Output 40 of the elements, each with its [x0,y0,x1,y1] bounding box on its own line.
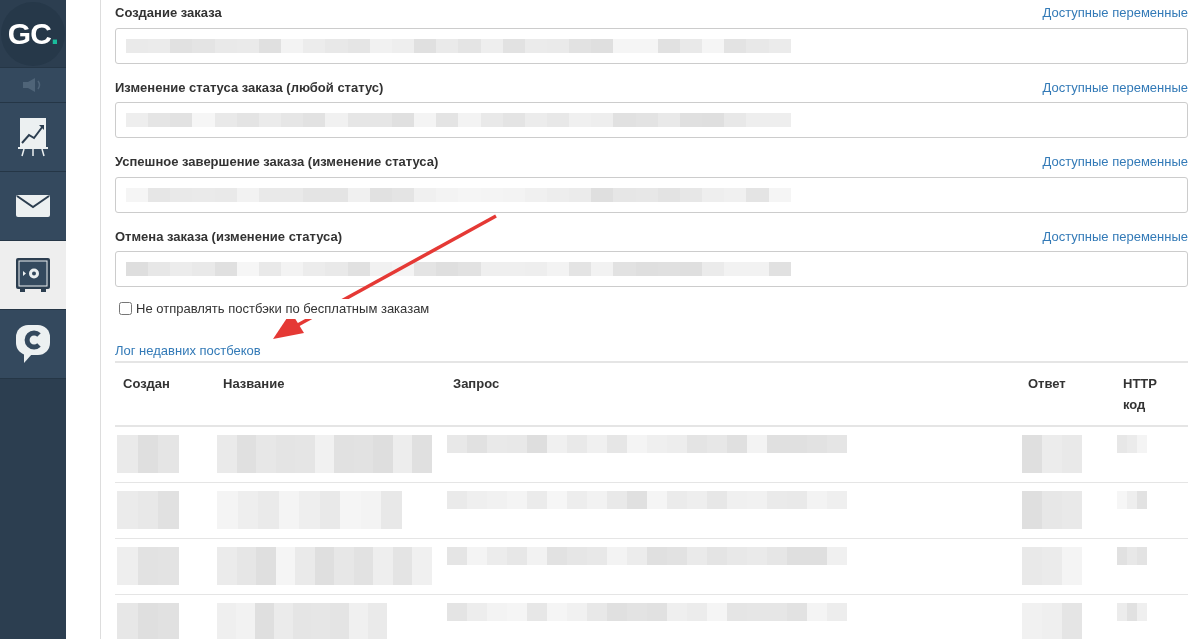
input-field[interactable] [115,27,1188,64]
column-header: Запрос [445,362,1020,426]
blurred-cell [1117,546,1147,565]
chart-board-icon [18,117,48,157]
blurred-cell [1022,435,1082,473]
column-header: Название [215,362,445,426]
sidebar-item[interactable] [0,241,66,310]
mail-icon [16,195,50,217]
input-field[interactable] [115,102,1188,138]
checkbox-label: Не отправлять постбэки по бесплатным заказам [136,299,430,319]
blurred-cell [117,435,179,473]
field-label: Изменение статуса заказа (любой статус) [115,78,384,97]
log-link[interactable]: Лог недавних постбеков [115,340,261,360]
safe-icon [16,258,50,292]
variables-link[interactable]: Доступные переменные [1042,77,1188,97]
chat-bubble-icon [16,325,50,363]
blurred-cell [117,602,179,639]
variables-link[interactable]: Доступные переменные [1042,3,1188,23]
sidebar-item[interactable] [0,172,66,241]
column-header: HTTP код [1115,362,1188,426]
blurred-cell [1117,602,1147,621]
blurred-cell [1117,435,1147,453]
variables-link[interactable]: Доступные переменные [1042,226,1188,246]
field-label: Успешное завершение заказа (изменение статуса) [115,153,439,171]
blurred-cell [1117,490,1147,509]
variables-link[interactable]: Доступные переменные [1042,152,1188,172]
blurred-cell [1022,602,1082,639]
column-header: Создан [115,362,215,426]
blurred-cell [1022,490,1082,529]
blurred-cell [117,546,179,585]
blurred-cell [117,490,179,529]
input-field[interactable] [115,176,1188,213]
field-label: Создание заказа [115,4,222,22]
input-field[interactable] [115,251,1188,287]
field-label: Отмена заказа (изменение статуса) [115,227,342,246]
logo[interactable]: GC. [1,1,65,66]
column-header: Ответ [1020,362,1115,426]
checkbox[interactable] [119,302,132,316]
sidebar-item[interactable] [0,310,66,379]
sidebar-item[interactable] [0,103,66,172]
